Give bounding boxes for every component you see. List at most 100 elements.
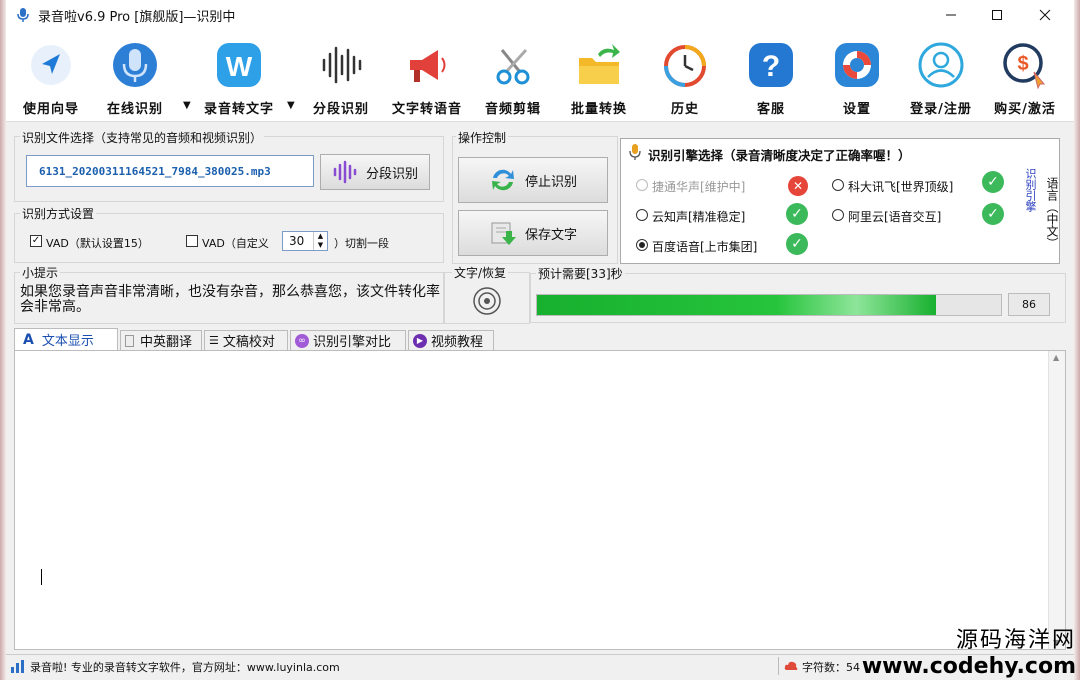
toolbar-settings-button[interactable]: 设置 [812,36,902,118]
ok-status-icon: ✓ [982,203,1004,225]
text-cursor [41,569,42,585]
char-count: 字符数：54 [802,661,860,674]
toolbar-label: 购买/激活 [994,102,1056,117]
navigation-arrow-icon [31,45,71,85]
tab-engine-compare[interactable]: ∞ 识别引擎对比 [290,330,406,350]
tab-video-tutorial[interactable]: ▶ 视频教程 [408,330,494,350]
svg-text:W: W [226,51,253,82]
waveform-icon [322,46,362,84]
toolbar-label: 音频剪辑 [484,102,541,117]
megaphone-icon [410,50,446,82]
save-text-label: 保存文字 [524,227,577,243]
engine-radio-aliyun[interactable] [832,209,844,221]
toolbar-audio-to-text-button[interactable]: W 录音转文字 [194,36,284,118]
engine-label-iflytek: 科大讯飞[世界顶级] [848,180,954,194]
side-tab-engine[interactable]: 识别引擎 [1020,150,1037,230]
tab-label: 文稿校对 [222,335,275,350]
vad-default-checkbox[interactable]: ✓ [30,235,42,247]
play-icon: ▶ [413,333,427,348]
vertical-scrollbar[interactable]: ▲ ▼ [1048,351,1065,649]
help-icon: ? [749,43,793,87]
microphone-icon [113,43,157,87]
recover-disc-icon[interactable] [472,286,502,316]
toolbar-audio-edit-button[interactable]: 音频剪辑 [468,36,558,118]
toolbar-online-recognition-button[interactable]: 在线识别 [90,36,180,118]
toolbar-segment-recognition-button[interactable]: 分段识别 [296,36,386,118]
vad-suffix-label: ）切割一段 [334,237,389,250]
file-path-field[interactable]: 6131_20200311164521_7984_380025.mp3 [26,155,314,187]
ok-status-icon: ✓ [786,233,808,255]
segment-recognition-label: 分段识别 [365,166,418,182]
tips-title: 小提示 [20,264,61,281]
toolbar-label: 在线识别 [106,102,163,117]
compare-icon: ∞ [295,333,309,348]
progress-title: 预计需要[33]秒 [536,265,625,282]
operation-title: 操作控制 [456,129,509,146]
w-logo-icon: W [217,43,261,87]
vad-custom-checkbox[interactable] [186,235,198,247]
vad-custom-label: VAD（自定义 [202,237,269,250]
toolbar-label: 设置 [842,102,871,117]
save-download-icon [491,222,516,245]
recognized-text-area[interactable]: ▲ ▼ [14,350,1066,650]
tab-label: 识别引擎对比 [313,335,392,350]
progress-value: 86 [1008,293,1050,316]
app-window: 录音啦v6.9 Pro [旗舰版]—识别中 使用向导 在线识别 ▼ W 录音转文… [6,0,1074,680]
toolbar-support-button[interactable]: ? 客服 [726,36,816,118]
close-icon [1039,9,1051,21]
engine-microphone-icon [629,144,641,160]
toolbar-guide-button[interactable]: 使用向导 [6,36,96,118]
status-divider [778,657,779,675]
toolbar-label: 分段识别 [312,102,369,117]
save-text-button[interactable]: 保存文字 [458,210,608,256]
segment-recognition-button[interactable]: 分段识别 [320,154,430,190]
close-button[interactable] [1022,0,1068,30]
toolbar-login-button[interactable]: 登录/注册 [896,36,986,118]
toolbar-history-button[interactable]: 历史 [640,36,730,118]
tab-proofread[interactable]: ☰ 文稿校对 [204,330,288,350]
engine-radio-jietong[interactable] [636,179,648,191]
tab-label: 视频教程 [431,335,484,350]
svg-text:?: ? [762,50,780,83]
tab-text-display[interactable]: A 文本显示 [14,328,118,350]
file-select-title: 识别文件选择（支持常见的音频和视频识别） [20,129,265,146]
toolbar-label: 客服 [756,102,785,117]
watermark-line2: www.codehy.com [861,654,1076,679]
engine-radio-iflytek[interactable] [832,179,844,191]
text-a-icon: A [23,331,34,348]
maximize-button[interactable] [974,0,1020,30]
document-icon [125,334,134,347]
title-bar: 录音啦v6.9 Pro [旗舰版]—识别中 [6,0,1074,30]
progress-fill [537,295,937,315]
scissors-icon [496,48,530,85]
lifebuoy-settings-icon [835,43,879,87]
spin-arrows-icon[interactable]: ▲ ▼ [313,232,327,250]
toolbar-label: 使用向导 [22,102,79,117]
segment-wave-icon [333,160,357,184]
toolbar-batch-convert-button[interactable]: 批量转换 [554,36,644,118]
engine-label-baidu: 百度语音[上市集团] [652,240,758,254]
purchase-icon: $ [1003,43,1046,90]
online-recognition-dropdown-icon[interactable]: ▼ [183,100,193,111]
vad-custom-value: 30 [289,234,305,248]
tab-translate[interactable]: 中英翻译 [120,330,202,350]
toolbar-label: 批量转换 [570,102,627,117]
side-tab-language[interactable]: 语言（中文） [1038,138,1060,264]
toolbar-label: 登录/注册 [910,102,972,117]
cloud-icon [784,661,798,670]
error-status-icon: ✕ [788,176,808,196]
refresh-icon [491,169,514,191]
engine-radio-baidu[interactable] [636,239,648,251]
scroll-up-icon[interactable]: ▲ [1053,353,1059,362]
vad-custom-spinbox[interactable]: 30 ▲ ▼ [282,231,328,251]
stop-recognition-button[interactable]: 停止识别 [458,157,608,203]
toolbar-purchase-button[interactable]: $ 购买/激活 [980,36,1070,118]
engine-label-jietong: 捷通华声[维护中] [652,180,746,194]
watermark: 源码海洋网 www.codehy.com [862,622,1076,679]
minimize-button[interactable] [928,0,974,30]
engine-radio-unisound[interactable] [636,209,648,221]
minimize-icon [946,14,956,16]
toolbar-text-to-speech-button[interactable]: 文字转语音 [382,36,472,118]
folder-convert-icon [579,44,620,84]
signal-bars-icon [11,660,24,673]
